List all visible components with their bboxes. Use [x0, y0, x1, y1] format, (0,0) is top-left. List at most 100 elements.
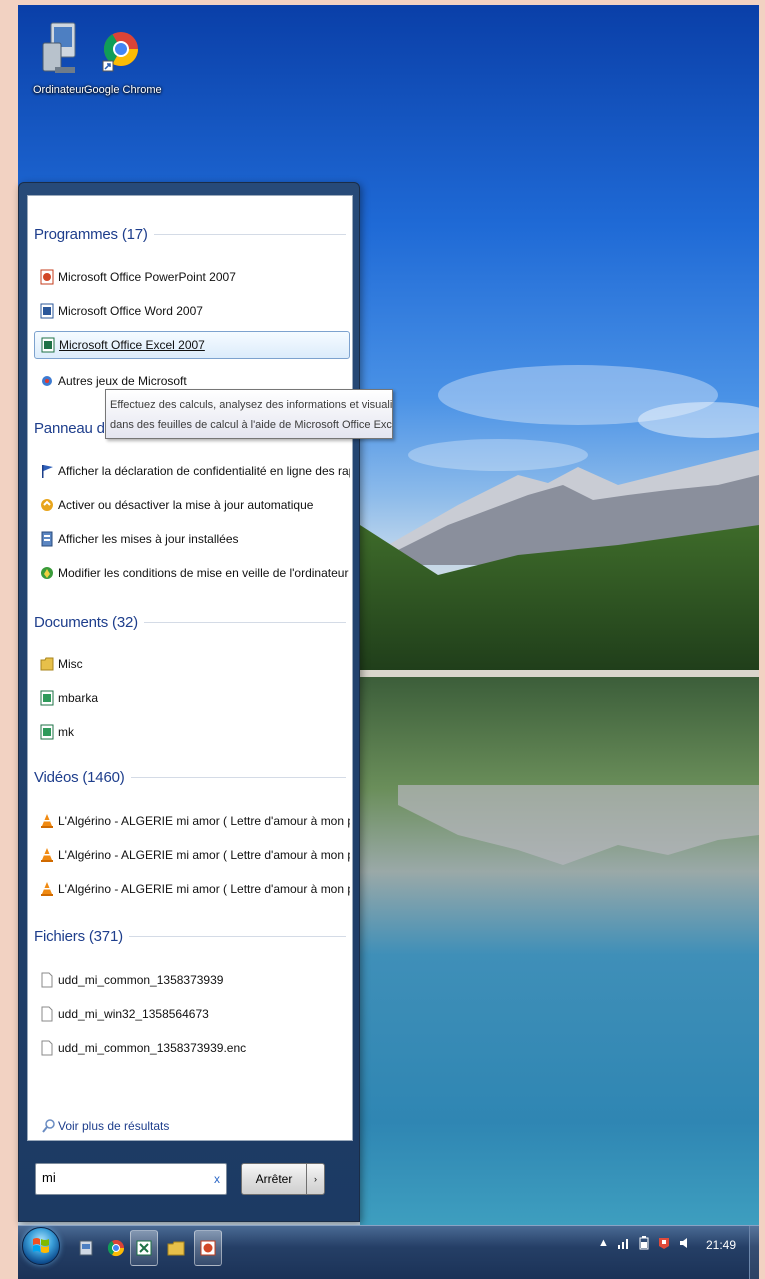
- result-item-label: Misc: [58, 657, 83, 671]
- show-hidden-icons-icon[interactable]: ▲: [598, 1237, 609, 1249]
- games-icon: [42, 376, 52, 386]
- taskbar-explorer[interactable]: [72, 1230, 100, 1266]
- result-item-label: Autres jeux de Microsoft: [58, 374, 187, 388]
- result-item-label: Afficher la déclaration de confidentiali…: [58, 464, 350, 478]
- chrome-icon: [107, 1240, 125, 1257]
- result-item-video[interactable]: L'Algérino - ALGERIE mi amor ( Lettre d'…: [34, 808, 350, 834]
- excel-tooltip: Effectuez des calculs, analysez des info…: [105, 389, 393, 439]
- group-header-label: Fichiers (371): [34, 928, 123, 945]
- file-icon: [41, 1040, 53, 1056]
- search-input-value: mi: [42, 1170, 56, 1185]
- vlc-icon: [41, 814, 53, 828]
- result-item-label: Microsoft Office Word 2007: [58, 304, 203, 318]
- desktop-icon-chrome[interactable]: Google Chrome: [84, 19, 162, 96]
- folder-icon: [40, 657, 54, 671]
- result-item-label: L'Algérino - ALGERIE mi amor ( Lettre d'…: [58, 848, 350, 862]
- flag-icon: [42, 465, 53, 478]
- divider: [128, 936, 346, 937]
- result-item-document[interactable]: mbarka: [34, 685, 350, 711]
- result-item-automatic-updates[interactable]: Activer ou désactiver la mise à jour aut…: [34, 492, 350, 518]
- shutdown-options-arrow[interactable]: ›: [307, 1163, 325, 1195]
- result-item-file[interactable]: udd_mi_common_1358373939.enc: [34, 1035, 350, 1061]
- result-item-label: mk: [58, 725, 74, 739]
- magnifier-icon: [42, 1119, 55, 1133]
- result-item-document[interactable]: mk: [34, 719, 350, 745]
- result-item-label: udd_mi_common_1358373939.enc: [58, 1041, 247, 1055]
- word-icon: [40, 303, 54, 319]
- windows-logo-icon: [33, 1238, 49, 1253]
- see-more-results-link[interactable]: Voir plus de résultats: [42, 1118, 169, 1134]
- start-button[interactable]: [22, 1227, 60, 1265]
- result-item-installed-updates[interactable]: Afficher les mises à jour installées: [34, 526, 350, 552]
- desktop-icon-label: Google Chrome: [84, 84, 162, 96]
- taskbar-excel[interactable]: [130, 1230, 158, 1266]
- result-item-label: Modifier les conditions de mise en veill…: [58, 566, 349, 580]
- vlc-icon: [41, 882, 53, 896]
- result-item-label: udd_mi_common_1358373939: [58, 973, 224, 987]
- excel-file-icon: [40, 724, 54, 740]
- file-icon: [41, 1006, 53, 1022]
- group-header-videos[interactable]: Vidéos (1460): [34, 769, 346, 786]
- group-header-programs[interactable]: Programmes (17): [34, 226, 346, 243]
- group-header-label: Vidéos (1460): [34, 769, 125, 786]
- result-item-label: L'Algérino - ALGERIE mi amor ( Lettre d'…: [58, 814, 350, 828]
- result-item-file[interactable]: udd_mi_common_1358373939: [34, 967, 350, 993]
- excel-icon: [41, 337, 55, 353]
- battery-icon[interactable]: [639, 1236, 649, 1250]
- excel-file-icon: [40, 690, 54, 706]
- folder-icon: [167, 1241, 185, 1256]
- result-item-video[interactable]: L'Algérino - ALGERIE mi amor ( Lettre d'…: [34, 842, 350, 868]
- result-item-label: L'Algérino - ALGERIE mi amor ( Lettre d'…: [58, 882, 350, 896]
- result-item-video[interactable]: L'Algérino - ALGERIE mi amor ( Lettre d'…: [34, 876, 350, 902]
- taskbar-chrome[interactable]: [102, 1230, 130, 1266]
- divider: [153, 234, 346, 235]
- tooltip-line: dans des feuilles de calcul à l'aide de …: [110, 419, 393, 431]
- result-item-label: Afficher les mises à jour installées: [58, 532, 239, 546]
- group-header-label: Programmes (17): [34, 226, 148, 243]
- result-item-privacy-statement[interactable]: Afficher la déclaration de confidentiali…: [34, 458, 350, 484]
- powerpoint-icon: [200, 1240, 216, 1256]
- group-header-documents[interactable]: Documents (32): [34, 614, 346, 631]
- group-header-label: Documents (32): [34, 614, 138, 631]
- clock[interactable]: 21:49: [706, 1238, 736, 1252]
- taskbar: ▲ 21:49: [18, 1225, 759, 1279]
- divider: [143, 622, 346, 623]
- power-options-icon: [41, 567, 53, 579]
- see-more-results-label: Voir plus de résultats: [58, 1119, 170, 1133]
- explorer-icon: [79, 1240, 93, 1256]
- result-item-label: udd_mi_win32_1358564673: [58, 1007, 209, 1021]
- taskbar-folder[interactable]: [162, 1230, 190, 1266]
- volume-icon[interactable]: [679, 1236, 691, 1250]
- group-header-files[interactable]: Fichiers (371): [34, 928, 346, 945]
- result-item-powerpoint[interactable]: Microsoft Office PowerPoint 2007: [34, 264, 350, 290]
- result-item-document[interactable]: Misc: [34, 651, 350, 677]
- result-item-file[interactable]: udd_mi_win32_1358564673: [34, 1001, 350, 1027]
- search-input[interactable]: mi x: [35, 1163, 227, 1195]
- search-results-panel: Programmes (17) Microsoft Office PowerPo…: [27, 195, 353, 1141]
- result-item-label: Microsoft Office Excel 2007: [59, 338, 205, 352]
- vlc-icon: [41, 848, 53, 862]
- file-icon: [41, 972, 53, 988]
- result-item-excel[interactable]: Microsoft Office Excel 2007: [34, 331, 350, 359]
- action-center-icon[interactable]: [657, 1236, 671, 1250]
- result-item-word[interactable]: Microsoft Office Word 2007: [34, 298, 350, 324]
- windows-update-icon: [41, 499, 53, 511]
- computer-icon: [42, 22, 76, 73]
- result-item-label: mbarka: [58, 691, 99, 705]
- network-signal-icon[interactable]: [617, 1237, 631, 1249]
- result-item-label: Activer ou désactiver la mise à jour aut…: [58, 498, 314, 512]
- divider: [130, 777, 346, 778]
- installed-updates-icon: [41, 531, 53, 547]
- show-desktop-button[interactable]: [749, 1226, 759, 1279]
- result-item-label: Microsoft Office PowerPoint 2007: [58, 270, 236, 284]
- excel-icon: [136, 1240, 152, 1256]
- result-item-power-options[interactable]: Modifier les conditions de mise en veill…: [34, 560, 350, 586]
- powerpoint-icon: [40, 269, 54, 285]
- system-tray: ▲: [598, 1236, 691, 1250]
- chrome-icon: [102, 32, 138, 72]
- taskbar-powerpoint[interactable]: [194, 1230, 222, 1266]
- shutdown-button[interactable]: Arrêter: [241, 1163, 307, 1195]
- start-menu: Programmes (17) Microsoft Office PowerPo…: [18, 182, 360, 1222]
- clear-search-icon[interactable]: x: [214, 1172, 220, 1186]
- tooltip-line: Effectuez des calculs, analysez des info…: [110, 399, 393, 411]
